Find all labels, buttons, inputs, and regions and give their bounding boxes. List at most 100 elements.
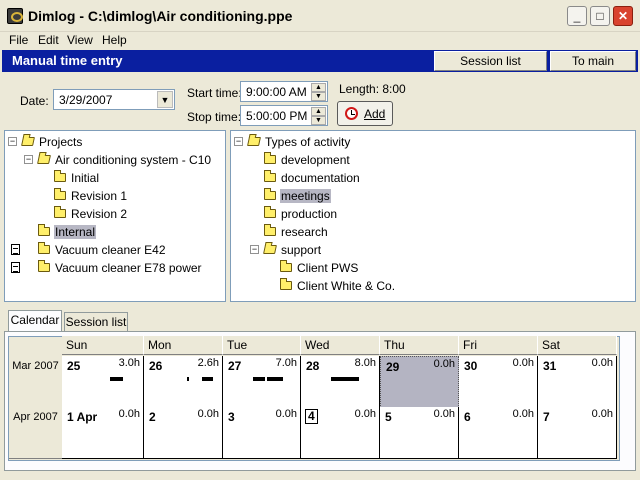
spin-down-icon[interactable]: ▼: [311, 92, 326, 101]
day-number: 3: [228, 410, 235, 424]
menu-edit[interactable]: Edit: [36, 33, 61, 47]
folder-open-icon: [263, 245, 277, 254]
date-picker[interactable]: 3/29/2007 ▼: [53, 89, 175, 110]
time-bar: [187, 377, 189, 381]
tree-item[interactable]: production: [231, 205, 635, 223]
tree-item[interactable]: research: [231, 223, 635, 241]
tree-item[interactable]: Revision 1: [5, 187, 225, 205]
minimize-button[interactable]: _: [567, 6, 587, 26]
start-time-field[interactable]: 9:00:00 AM ▲ ▼: [240, 81, 328, 102]
time-bar: [253, 377, 265, 381]
folder-icon: [54, 188, 66, 200]
day-number: 6: [464, 410, 471, 424]
folder-icon: [264, 188, 276, 200]
calendar-day-cell[interactable]: 26 2.6h: [144, 356, 223, 408]
folder-icon: [38, 242, 50, 254]
spin-down-icon[interactable]: ▼: [311, 116, 326, 125]
tree-item[interactable]: Initial: [5, 169, 225, 187]
tree-item[interactable]: Internal: [5, 223, 225, 241]
calendar-day-cell[interactable]: 1 Apr 0.0h: [62, 407, 144, 459]
to-main-button[interactable]: To main: [550, 51, 636, 71]
day-hours: 7.0h: [275, 357, 297, 369]
tree-item-label: Vacuum cleaner E78 power: [55, 261, 202, 275]
calendar-day-cell[interactable]: 31 0.0h: [538, 356, 617, 408]
tree-item[interactable]: − Air conditioning system - C10: [5, 151, 225, 169]
folder-icon: [54, 170, 66, 182]
menu-file[interactable]: File: [7, 33, 30, 47]
tab-calendar[interactable]: Calendar: [8, 310, 62, 332]
calendar-day-cell[interactable]: 30 0.0h: [459, 356, 538, 408]
day-number: 30: [464, 359, 478, 373]
calendar-day-cell[interactable]: 3 0.0h: [223, 407, 301, 459]
calendar-day-header: Tue: [223, 336, 301, 355]
time-bar: [267, 377, 283, 381]
pane-splitter[interactable]: [0, 302, 640, 310]
menu-view[interactable]: View: [65, 33, 95, 47]
tree-item[interactable]: Client PWS: [231, 259, 635, 277]
chevron-down-icon[interactable]: ▼: [157, 91, 173, 108]
calendar-day-cell[interactable]: 7 0.0h: [538, 407, 617, 459]
menu-help[interactable]: Help: [100, 33, 129, 47]
tree-item[interactable]: − Projects: [5, 133, 225, 151]
calendar-day-cell[interactable]: 28 8.0h: [301, 356, 380, 408]
spin-up-icon[interactable]: ▲: [311, 107, 326, 116]
close-button[interactable]: ✕: [613, 6, 633, 26]
tree-item[interactable]: Client White & Co.: [231, 277, 635, 295]
maximize-button[interactable]: □: [590, 6, 610, 26]
start-time-value: 9:00:00 AM: [246, 85, 307, 99]
clock-icon: [345, 107, 358, 120]
stop-time-field[interactable]: 5:00:00 PM ▲ ▼: [240, 105, 328, 126]
tree-item[interactable]: development: [231, 151, 635, 169]
day-number: 2: [149, 410, 156, 424]
calendar-day-cell[interactable]: 5 0.0h: [380, 407, 459, 459]
tree-item[interactable]: − support: [231, 241, 635, 259]
collapse-icon[interactable]: −: [24, 155, 33, 164]
calendar-day-cell[interactable]: 2 0.0h: [144, 407, 223, 459]
day-number: 31: [543, 359, 557, 373]
tree-item[interactable]: Revision 2: [5, 205, 225, 223]
document-icon: [11, 244, 20, 255]
date-value: 3/29/2007: [59, 93, 113, 107]
tree-item[interactable]: Vacuum cleaner E78 power: [5, 259, 225, 277]
folder-icon: [38, 224, 50, 236]
calendar-day-cell[interactable]: 25 3.0h: [62, 356, 144, 408]
day-hours: 8.0h: [354, 357, 376, 369]
day-hours: 0.0h: [512, 408, 534, 420]
calendar-day-cell[interactable]: 4 0.0h: [301, 407, 380, 459]
tree-item-label: Vacuum cleaner E42: [55, 243, 166, 257]
collapse-icon[interactable]: −: [250, 245, 259, 254]
tree-item-label: Projects: [39, 135, 83, 149]
activity-tree[interactable]: − Types of activity development documentati…: [230, 130, 636, 302]
day-number: 28: [306, 359, 320, 373]
session-list-button[interactable]: Session list: [434, 51, 547, 71]
day-hours: 0.0h: [433, 408, 455, 420]
tree-item[interactable]: meetings: [231, 187, 635, 205]
calendar-day-cell[interactable]: 29 0.0h: [380, 356, 459, 408]
folder-icon: [264, 206, 276, 218]
add-button[interactable]: Add: [337, 101, 393, 126]
spin-up-icon[interactable]: ▲: [311, 83, 326, 92]
day-hours: 0.0h: [512, 357, 534, 369]
day-hours: 0.0h: [275, 408, 297, 420]
app-icon: [7, 8, 23, 24]
tree-item-label: production: [281, 207, 338, 221]
tree-item[interactable]: Vacuum cleaner E42: [5, 241, 225, 259]
tab-session-list[interactable]: Session list: [64, 312, 128, 332]
stop-time-value: 5:00:00 PM: [246, 109, 308, 123]
menu-bar: File Edit View Help: [0, 32, 640, 50]
projects-tree[interactable]: − Projects − Air conditioning system - C10 I…: [4, 130, 226, 302]
tree-item-label: Client White & Co.: [297, 279, 396, 293]
calendar-day-header: Thu: [380, 336, 459, 355]
tree-item[interactable]: documentation: [231, 169, 635, 187]
calendar-day-cell[interactable]: 6 0.0h: [459, 407, 538, 459]
tree-item-label: Initial: [71, 171, 100, 185]
calendar-day-cell[interactable]: 27 7.0h: [223, 356, 301, 408]
calendar-day-header: Sun: [62, 336, 144, 355]
tree-item-label: Client PWS: [297, 261, 359, 275]
tree-item-label: Air conditioning system - C10: [55, 153, 212, 167]
calendar-month-label: Mar 2007: [9, 356, 62, 408]
collapse-icon[interactable]: −: [234, 137, 243, 146]
time-bar: [110, 377, 123, 381]
collapse-icon[interactable]: −: [8, 137, 17, 146]
tree-item[interactable]: − Types of activity: [231, 133, 635, 151]
